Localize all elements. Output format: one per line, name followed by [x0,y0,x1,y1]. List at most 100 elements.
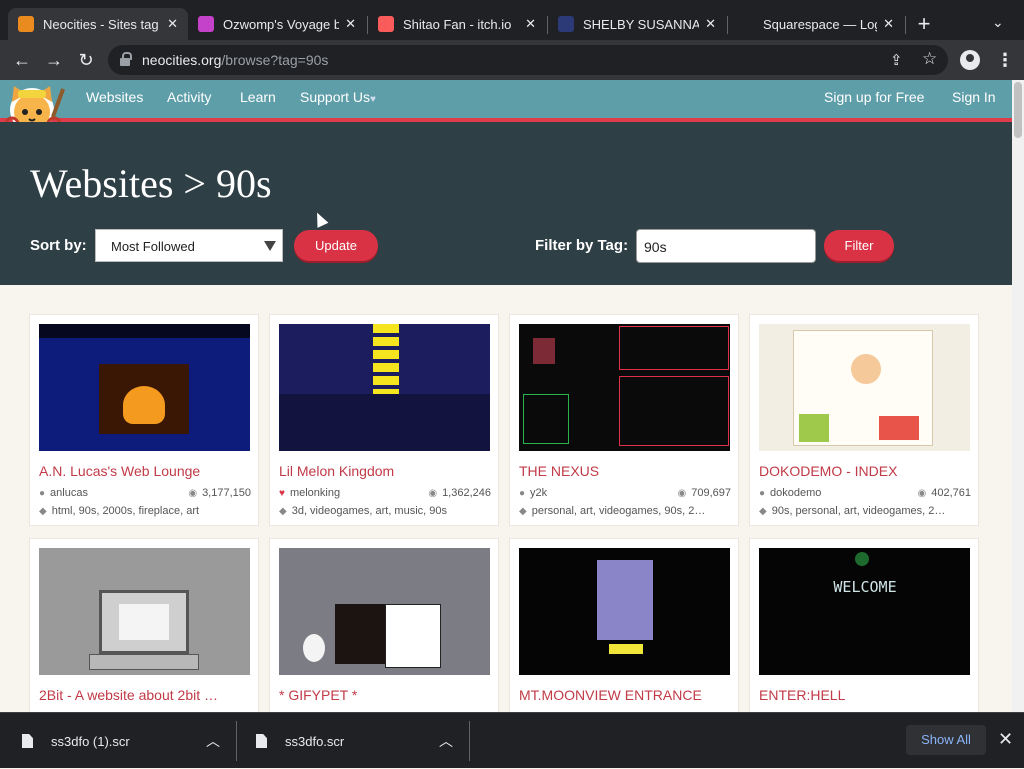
site-card[interactable]: A.N. Lucas's Web Lounge ● anlucas ◉ 3,177,… [29,314,259,526]
page-scrollbar[interactable] [1012,80,1024,712]
site-card[interactable]: THE NEXUS ● y2k ◉ 709,697 ◆ personal, art, … [509,314,739,526]
tab-title: Shitao Fan - itch.io [403,16,512,32]
show-all-downloads-button[interactable]: Show All [906,725,986,755]
sort-select-value: Most Followed [111,239,195,254]
site-title-link[interactable]: ENTER:HELL [759,687,974,703]
owner-name: dokodemo [770,487,822,499]
itchio-favicon-icon [378,16,394,32]
bookmark-star-icon[interactable]: ☆ [922,49,937,69]
update-button[interactable]: Update [294,230,378,261]
shelby-favicon-icon [558,16,574,32]
tab-title: Neocities - Sites tag [43,16,159,32]
site-title-link[interactable]: Lil Melon Kingdom [279,463,494,479]
reload-icon[interactable]: ↻ [74,48,98,72]
site-card[interactable]: Lil Melon Kingdom ♥ melonking ◉ 1,362,246 … [269,314,499,526]
nav-learn-link[interactable]: Learn [240,89,276,105]
nav-activity-link[interactable]: Activity [167,89,211,105]
sort-select[interactable]: Most Followed [95,229,283,262]
site-owner[interactable]: ● dokodemo [759,487,821,499]
site-thumbnail[interactable] [279,324,490,451]
views-count: 402,761 [931,487,971,499]
address-bar[interactable]: neocities.org/browse?tag=90s ⇪ ☆ [108,45,948,75]
user-icon: ♥ [279,488,285,499]
site-title-link[interactable]: DOKODEMO - INDEX [759,463,974,479]
close-tab-icon[interactable]: ✕ [167,16,178,32]
back-arrow-icon[interactable]: ← [10,48,34,72]
site-owner[interactable]: ● y2k [519,487,547,499]
eye-icon: ◉ [677,488,687,499]
close-tab-icon[interactable]: ✕ [525,16,536,32]
site-title-link[interactable]: 2Bit - A website about 2bit … [39,687,254,703]
tab-itchio[interactable]: Shitao Fan - itch.io ✕ [368,8,546,40]
site-owner[interactable]: ● anlucas [39,487,88,499]
site-card[interactable]: DOKODEMO - INDEX ● dokodemo ◉ 402,761 ◆ 90s… [749,314,979,526]
owner-name: anlucas [50,487,88,499]
close-tab-icon[interactable]: ✕ [883,16,894,32]
filter-button[interactable]: Filter [824,230,894,261]
download-item[interactable]: ss3dfo.scr [256,713,344,769]
browser-menu-icon[interactable]: ⋮ [996,48,1014,72]
tag-filter-input[interactable]: 90s [636,229,816,263]
site-thumbnail[interactable] [39,324,250,451]
nav-websites-link[interactable]: Websites [86,89,143,105]
tab-ozwomp[interactable]: Ozwomp's Voyage b ✕ [188,8,366,40]
neocities-favicon-icon [18,16,34,32]
site-title-link[interactable]: * GIFYPET * [279,687,494,703]
forward-arrow-icon[interactable]: → [42,48,66,72]
site-tags: ◆ html, 90s, 2000s, fireplace, art [39,505,254,517]
tab-squarespace[interactable]: Squarespace — Log ✕ [728,8,904,40]
eye-icon: ◉ [917,488,927,499]
file-icon [22,734,33,748]
new-tab-button[interactable]: + [914,12,934,36]
site-thumbnail[interactable]: WELCOME [759,548,970,675]
sort-label: Sort by: [30,237,87,254]
site-thumbnail[interactable] [759,324,970,451]
heart-icon: ♥ [370,94,376,105]
nav-support-link[interactable]: Support Us♥ [300,89,376,105]
tab-separator [905,16,906,34]
site-thumbnail[interactable] [519,548,730,675]
site-title-link[interactable]: MT.MOONVIEW ENTRANCE [519,687,734,703]
scrollbar-thumb[interactable] [1014,82,1022,138]
download-filename: ss3dfo (1).scr [51,733,130,749]
close-downloads-icon[interactable]: ✕ [998,729,1013,750]
nav-signin-link[interactable]: Sign In [952,89,996,105]
nav-signup-link[interactable]: Sign up for Free [824,89,924,105]
views-count: 1,362,246 [442,487,491,499]
tags-text: 90s, personal, art, videogames, 2… [771,505,946,517]
close-tab-icon[interactable]: ✕ [345,16,356,32]
site-owner[interactable]: ♥ melonking [279,487,340,499]
eye-icon: ◉ [188,488,198,499]
tags-text: 3d, videogames, art, music, 90s [291,505,447,517]
site-thumbnail[interactable] [39,548,250,675]
site-views: ◉ 402,761 [918,487,972,499]
chevron-up-icon[interactable]: ︿ [439,731,453,751]
page-title: Websites > 90s [30,161,272,206]
share-icon[interactable]: ⇪ [890,51,903,69]
tag-icon: ◆ [39,506,47,517]
nav-support-label: Support Us [300,89,371,105]
site-thumbnail[interactable] [519,324,730,451]
download-separator [236,721,237,761]
tab-title: Ozwomp's Voyage b [223,16,340,32]
site-title-link[interactable]: THE NEXUS [519,463,734,479]
user-icon: ● [759,488,766,499]
url-text[interactable]: neocities.org/browse?tag=90s [142,52,328,68]
site-thumbnail[interactable] [279,548,490,675]
tags-text: html, 90s, 2000s, fireplace, art [51,505,200,517]
site-tags: ◆ 90s, personal, art, videogames, 2… [759,505,974,517]
user-icon: ● [39,488,46,499]
tag-icon: ◆ [279,506,287,517]
site-views: ◉ 3,177,150 [188,487,251,499]
close-tab-icon[interactable]: ✕ [705,16,716,32]
chevron-up-icon[interactable]: ︿ [206,731,220,751]
tab-search-chevron-icon[interactable]: ⌄ [992,14,1004,31]
tag-icon: ◆ [519,506,527,517]
profile-avatar-icon[interactable] [960,50,980,70]
downloads-bar: ss3dfo (1).scr ︿ ss3dfo.scr ︿ Show All ✕ [0,712,1024,768]
site-title-link[interactable]: A.N. Lucas's Web Lounge [39,463,254,479]
tab-shelby[interactable]: SHELBY SUSANNA ✕ [548,8,726,40]
filter-by-tag-label: Filter by Tag: [535,237,629,254]
download-item[interactable]: ss3dfo (1).scr [22,713,130,769]
user-icon: ● [519,488,526,499]
